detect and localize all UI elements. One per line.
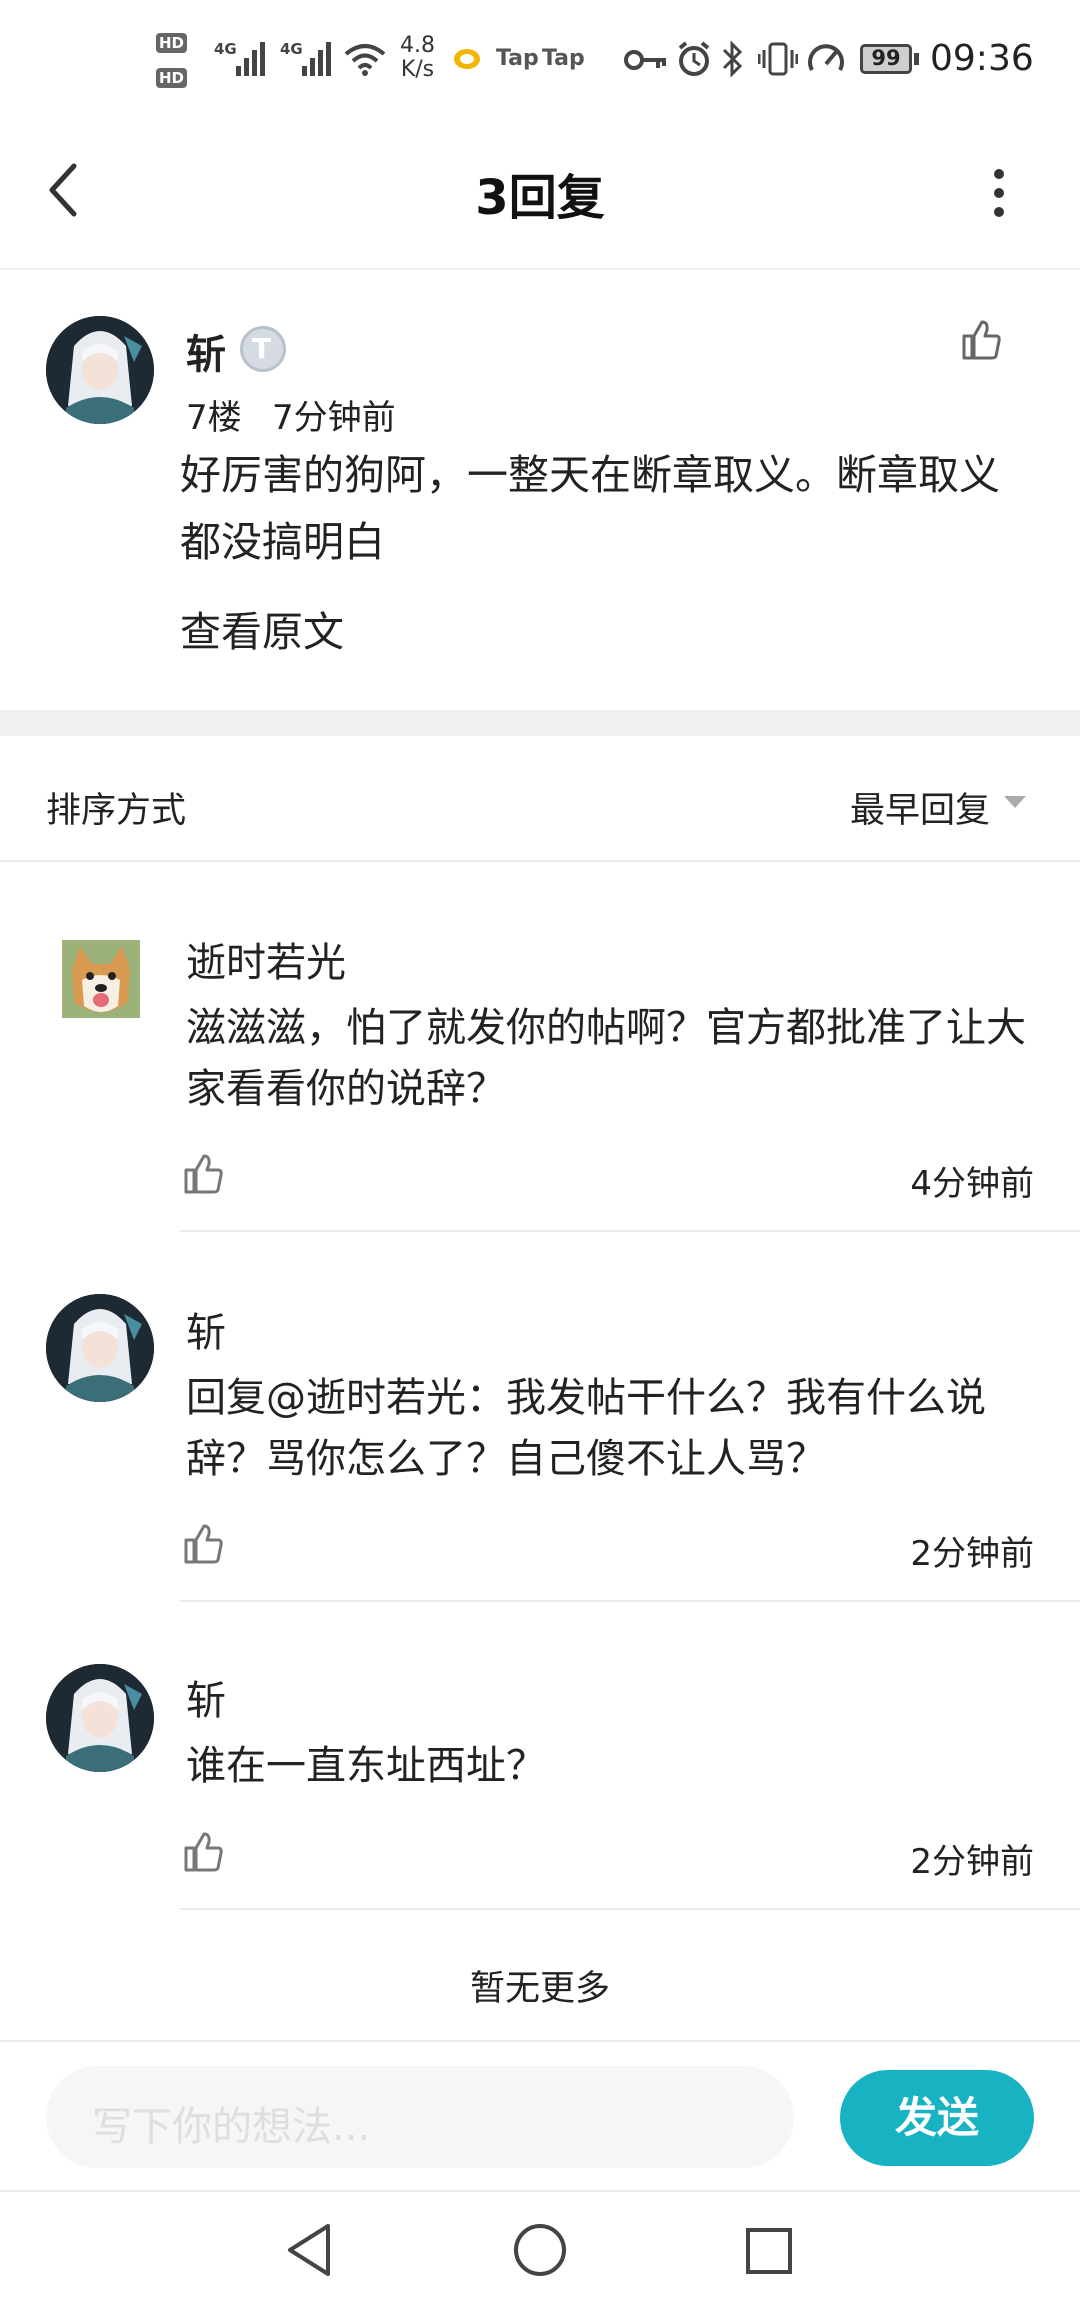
section-gap (0, 710, 1080, 736)
reply-content: 回复@逝时若光：我发帖干什么？我有什么说辞？骂你怎么了？自己傻不让人骂？ (186, 1375, 986, 1482)
dropdown-triangle-icon[interactable] (1002, 792, 1028, 812)
reply-time: 2分钟前 (910, 1534, 1034, 1574)
sort-label: 排序方式 (46, 791, 187, 831)
taptap-notify-1: Tap (496, 46, 539, 71)
network-type-2: 4G (280, 40, 303, 58)
hd1-indicator: HD (156, 33, 188, 53)
nav-recents-icon[interactable] (744, 2226, 794, 2276)
sort-value[interactable]: 最早回复 (850, 782, 990, 833)
reply-time: 4分钟前 (910, 1164, 1034, 1204)
battery-level: 99 (871, 46, 901, 70)
thumbs-up-icon[interactable] (182, 1152, 224, 1196)
network-type-1: 4G (214, 40, 237, 58)
status-bar: HD HD 4G 4G 4.8 K/s Tap Tap 99 09:36 (0, 0, 1080, 118)
reply-content: 滋滋滋，怕了就发你的帖啊？官方都批准了让大家看看你的说辞？ (186, 1005, 1026, 1112)
reply-author-name[interactable]: 逝时若光 (186, 930, 346, 988)
view-original-link[interactable]: 查看原文 (180, 598, 344, 658)
more-vertical-icon[interactable] (984, 168, 1014, 218)
battery-tip (914, 53, 919, 65)
alarm-icon (678, 41, 710, 76)
post-floor: 7楼 (186, 398, 242, 438)
sort-divider (0, 860, 1080, 862)
reply-author-name[interactable]: 斩 (186, 1300, 226, 1358)
vibrate-icon (758, 42, 798, 76)
battery-icon: 99 (860, 44, 912, 74)
net-speed: 4.8 K/s (400, 33, 435, 82)
clock: 09:36 (930, 38, 1034, 79)
reply-divider (180, 1908, 1080, 1910)
avatar[interactable] (62, 940, 140, 1018)
reply-divider (180, 1230, 1080, 1232)
level-badge: T (240, 326, 286, 372)
avatar[interactable] (46, 1294, 154, 1402)
thumbs-up-icon[interactable] (182, 1522, 224, 1566)
signal-icon-2 (302, 42, 331, 76)
post-content: 好厉害的狗阿，一整天在断章取义。断章取义都没搞明白 (180, 451, 1000, 566)
thumbs-up-icon[interactable] (960, 318, 1002, 362)
reply-content: 谁在一直东址西址？ (186, 1743, 546, 1789)
post-author-name[interactable]: 斩 (186, 322, 226, 380)
app-notification-icon (454, 49, 480, 69)
comment-input[interactable]: 写下你的想法... (46, 2066, 794, 2168)
nav-home-icon[interactable] (512, 2222, 568, 2278)
key-icon (624, 50, 666, 70)
composer-divider (0, 2040, 1080, 2042)
thumbs-up-icon[interactable] (182, 1830, 224, 1874)
signal-icon (236, 42, 265, 76)
wifi-icon (344, 44, 386, 76)
reply-author-name[interactable]: 斩 (186, 1668, 226, 1726)
bluetooth-icon (722, 40, 743, 78)
page-title: 3回复 (475, 170, 605, 226)
hd2-indicator: HD (156, 68, 188, 88)
post-time: 7分钟前 (272, 398, 396, 438)
avatar[interactable] (46, 1664, 154, 1772)
top-bar: 3回复 (0, 118, 1080, 270)
no-more-text: 暂无更多 (469, 1969, 610, 2009)
avatar[interactable] (46, 316, 154, 424)
nav-divider (0, 2190, 1080, 2192)
reply-time: 2分钟前 (910, 1842, 1034, 1882)
nav-back-icon[interactable] (284, 2222, 334, 2278)
comment-placeholder: 写下你的想法... (92, 2104, 371, 2150)
reply-divider (180, 1600, 1080, 1602)
send-button[interactable]: 发送 (840, 2070, 1034, 2166)
taptap-notify-2: Tap (542, 46, 585, 71)
speedometer-icon (808, 44, 844, 71)
